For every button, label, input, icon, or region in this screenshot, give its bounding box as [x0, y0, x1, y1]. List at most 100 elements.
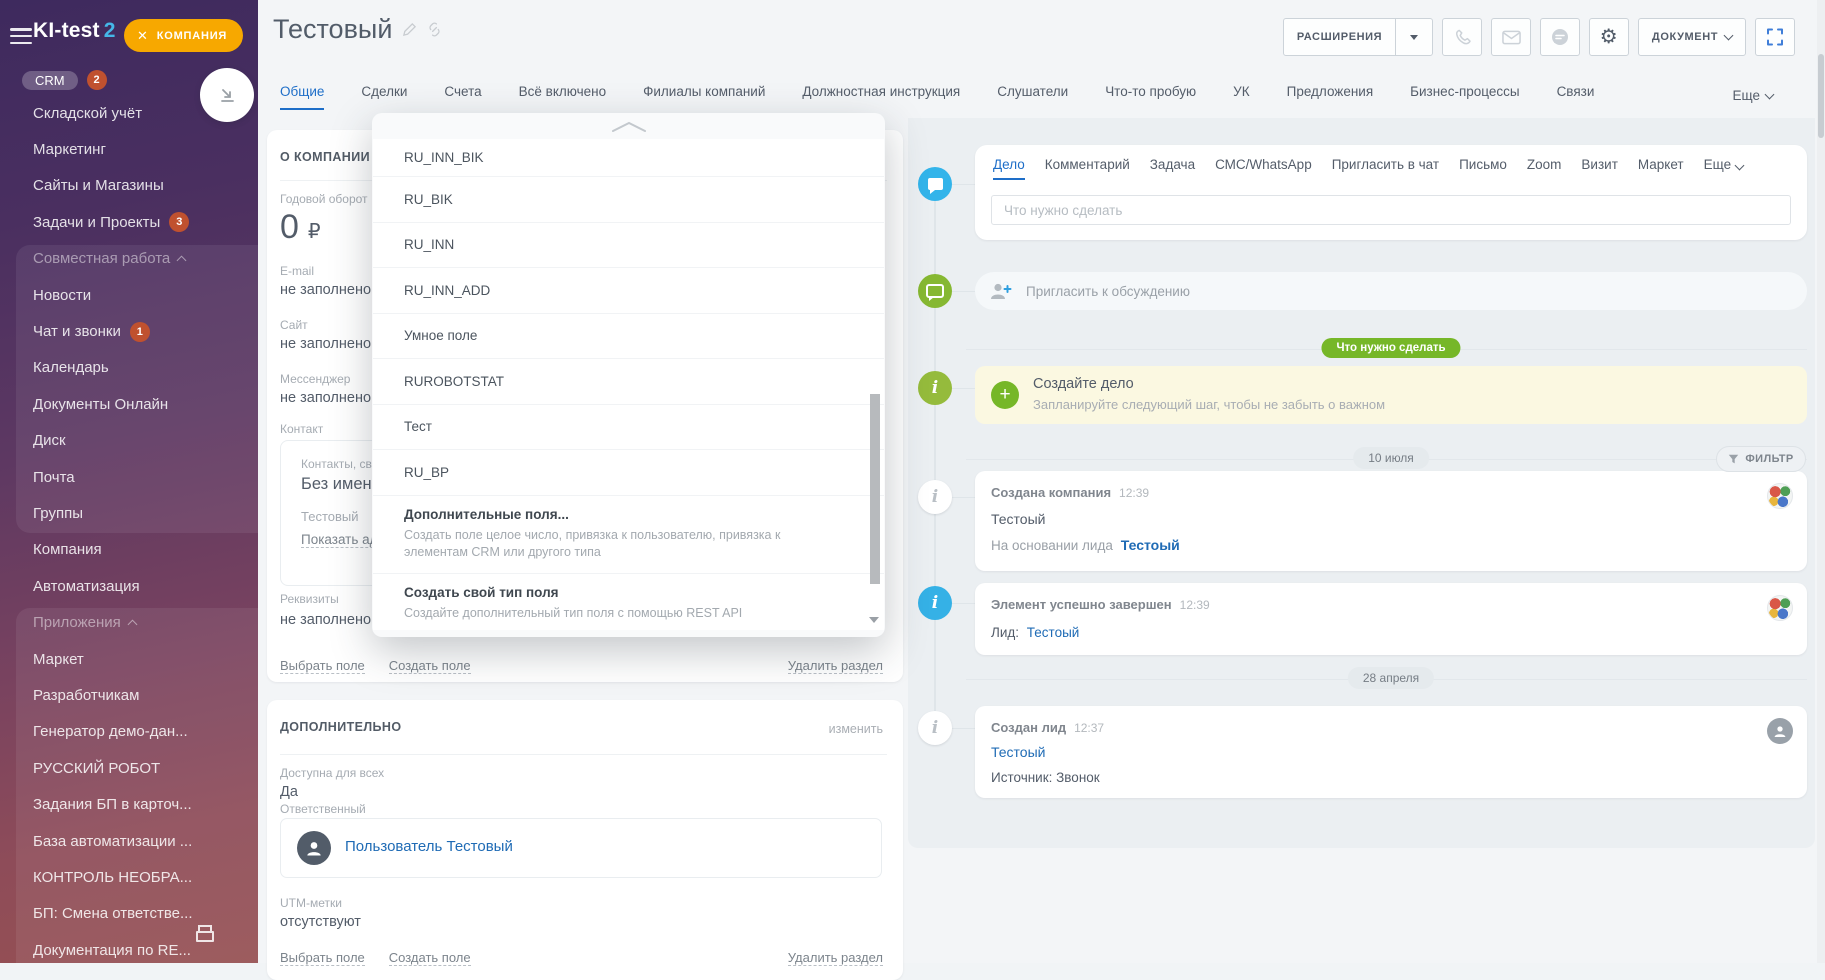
responsible-user-link[interactable]: Пользователь Тестовый: [345, 838, 513, 855]
page-scrollbar[interactable]: [1817, 0, 1825, 963]
sidebar-item-company[interactable]: Компания: [33, 532, 252, 568]
sidebar-item-sites[interactable]: Сайты и Магазины: [33, 168, 252, 204]
scroll-up-icon[interactable]: [609, 120, 649, 133]
close-icon[interactable]: ✕: [137, 28, 149, 44]
todo-input[interactable]: [991, 195, 1791, 225]
scroll-down-icon[interactable]: [869, 617, 879, 623]
messenger-value[interactable]: не заполнено: [280, 390, 371, 406]
create-field-link[interactable]: Создать поле: [388, 950, 471, 966]
copy-link-icon[interactable]: [427, 22, 442, 37]
tab-business-processes[interactable]: Бизнес-процессы: [1410, 84, 1519, 110]
timeline-entry-lead-created[interactable]: Создан лид 12:37 Тестоый Источник: Звонок: [975, 706, 1807, 798]
sidebar-group-apps[interactable]: Приложения: [33, 604, 252, 640]
company-filter-pill[interactable]: ✕ КОМПАНИЯ: [124, 19, 244, 52]
lead-link[interactable]: Тестоый: [1027, 625, 1080, 640]
contact-name[interactable]: Без имени: [301, 475, 381, 494]
tab-invoices[interactable]: Счета: [444, 84, 481, 110]
composer-tab-comment[interactable]: Комментарий: [1045, 157, 1130, 180]
sidebar-item-market[interactable]: Маркет: [33, 641, 252, 677]
document-button[interactable]: ДОКУМЕНТ: [1638, 18, 1746, 56]
timeline-entry-element-completed[interactable]: Элемент успешно завершен 12:39 Лид: Тесто…: [975, 583, 1807, 655]
tab-general[interactable]: Общие: [280, 84, 325, 110]
delete-section-link[interactable]: Удалить раздел: [787, 950, 883, 966]
invite-to-discussion[interactable]: Пригласить к обсуждению: [975, 272, 1807, 310]
extensions-button[interactable]: РАСШИРЕНИЯ: [1283, 18, 1433, 56]
annual-turnover-value[interactable]: 0 ₽: [280, 208, 321, 247]
additional-fields-option[interactable]: Дополнительные поля... Создать поле цело…: [373, 496, 884, 574]
call-button[interactable]: [1442, 18, 1482, 56]
sidebar-item-calendar[interactable]: Календарь: [33, 350, 252, 386]
tab-all-inclusive[interactable]: Всё включено: [519, 84, 606, 110]
tab-uk[interactable]: УК: [1233, 84, 1249, 110]
sidebar-item-bp-change[interactable]: БП: Смена ответстве...: [33, 896, 252, 932]
tab-listeners[interactable]: Слушатели: [997, 84, 1068, 110]
create-field-link[interactable]: Создать поле: [388, 658, 471, 674]
field-type-option[interactable]: RU_BIK: [373, 177, 884, 223]
field-type-option[interactable]: RU_BP: [373, 450, 884, 496]
sidebar-item-automation-base[interactable]: База автоматизации ...: [33, 823, 252, 859]
composer-tab-task[interactable]: Задача: [1150, 157, 1195, 180]
printer-icon[interactable]: [196, 925, 214, 942]
composer-tab-more[interactable]: Еще: [1704, 157, 1745, 180]
requisites-value[interactable]: не заполнено: [280, 612, 371, 628]
scrollbar-thumb[interactable]: [1818, 54, 1824, 138]
timeline-entry-company-created[interactable]: Создана компания 12:39 Тестоый На основан…: [975, 471, 1807, 571]
sidebar-item-automation[interactable]: Автоматизация: [33, 568, 252, 604]
tab-more[interactable]: Еще: [1733, 88, 1775, 103]
composer-tab-zoom[interactable]: Zoom: [1527, 157, 1562, 180]
email-button[interactable]: [1491, 18, 1531, 56]
tab-trying[interactable]: Что-то пробую: [1105, 84, 1196, 110]
composer-tab-letter[interactable]: Письмо: [1459, 157, 1507, 180]
field-type-option[interactable]: RU_INN_ADD: [373, 268, 884, 314]
access-value[interactable]: Да: [280, 784, 298, 800]
sidebar-item-crm[interactable]: CRM: [22, 70, 78, 90]
sidebar-collapse-button[interactable]: [200, 68, 254, 122]
composer-tab-invite-chat[interactable]: Пригласить в чат: [1332, 157, 1439, 180]
composer-tab-visit[interactable]: Визит: [1581, 157, 1617, 180]
sidebar-item-bp-tasks[interactable]: Задания БП в карточ...: [33, 786, 252, 822]
sidebar-group-collab[interactable]: Совместная работа: [33, 241, 252, 277]
site-value[interactable]: не заполнено: [280, 336, 371, 352]
composer-tab-activity[interactable]: Дело: [993, 157, 1025, 180]
lead-link[interactable]: Тестоый: [991, 744, 1045, 760]
create-activity-banner[interactable]: + Создайте дело Запланируйте следующий ш…: [975, 366, 1807, 424]
select-field-link[interactable]: Выбрать поле: [280, 658, 365, 674]
field-type-option[interactable]: RUROBOTSTAT: [373, 359, 884, 405]
sidebar-item-russian-robot[interactable]: РУССКИЙ РОБОТ: [33, 750, 252, 786]
tab-branches[interactable]: Филиалы компаний: [643, 84, 765, 110]
sidebar-item-mail[interactable]: Почта: [33, 459, 252, 495]
sidebar-item-chat[interactable]: Чат и звонки 1: [33, 313, 252, 349]
email-value[interactable]: не заполнено: [280, 282, 371, 298]
sidebar-item-demo-generator[interactable]: Генератор демо-дан...: [33, 714, 252, 750]
sidebar-item-control[interactable]: КОНТРОЛЬ НЕОБРА...: [33, 859, 252, 895]
tab-deals[interactable]: Сделки: [361, 84, 407, 110]
edit-link[interactable]: изменить: [829, 722, 883, 736]
hamburger-menu-icon[interactable]: [10, 28, 32, 44]
sidebar-item-tasks[interactable]: Задачи и Проекты 3: [33, 204, 252, 240]
lead-link[interactable]: Тестоый: [1121, 537, 1180, 553]
field-type-option[interactable]: Умное поле: [373, 314, 884, 359]
composer-tab-market[interactable]: Маркет: [1638, 157, 1684, 180]
tab-links[interactable]: Связи: [1557, 84, 1595, 110]
field-type-option[interactable]: Тест: [373, 405, 884, 450]
extensions-dropdown-toggle[interactable]: [1395, 19, 1432, 55]
sidebar-item-developers[interactable]: Разработчикам: [33, 677, 252, 713]
tab-job-description[interactable]: Должностная инструкция: [802, 84, 960, 110]
select-field-link[interactable]: Выбрать поле: [280, 950, 365, 966]
create-field-type-option[interactable]: Создать свой тип поля Создайте дополните…: [373, 574, 884, 631]
popup-scrollbar[interactable]: [870, 394, 880, 584]
settings-button[interactable]: ⚙: [1589, 18, 1629, 56]
timeline-filter-button[interactable]: ФИЛЬТР: [1716, 446, 1806, 472]
responsible-user-box[interactable]: Пользователь Тестовый: [280, 818, 882, 878]
app-logo[interactable]: KI-test 2: [33, 19, 116, 43]
sidebar-item-news[interactable]: Новости: [33, 277, 252, 313]
tab-quotes[interactable]: Предложения: [1287, 84, 1374, 110]
composer-tab-sms[interactable]: СМС/WhatsApp: [1215, 157, 1312, 180]
sidebar-item-groups[interactable]: Группы: [33, 495, 252, 531]
fullscreen-button[interactable]: [1755, 18, 1795, 56]
chat-button[interactable]: [1540, 18, 1580, 56]
field-type-option[interactable]: RU_INN: [373, 223, 884, 268]
sidebar-item-docs-online[interactable]: Документы Онлайн: [33, 386, 252, 422]
add-activity-icon[interactable]: +: [991, 381, 1019, 409]
edit-pencil-icon[interactable]: [402, 22, 417, 37]
